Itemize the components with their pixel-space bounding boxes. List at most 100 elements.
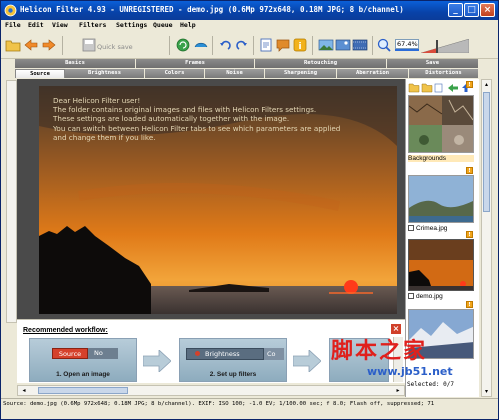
welcome-line: These settings are loaded automatically …	[53, 114, 290, 124]
forward-arrow-icon[interactable]	[41, 37, 57, 53]
maximize-button[interactable]: □	[464, 3, 479, 17]
thumbnail-demo[interactable]	[408, 239, 474, 291]
folder-icon	[421, 83, 433, 93]
workflow-step-tab-bar: Brightness	[186, 348, 264, 360]
tab-sharpening[interactable]: Sharpening	[265, 69, 337, 78]
scroll-right-icon[interactable]: ▸	[394, 387, 402, 394]
welcome-line: You can switch between Helicon Filter ta…	[53, 123, 341, 133]
tab-colors-label: Colors	[164, 70, 185, 76]
zoom-slider[interactable]	[421, 39, 469, 53]
compare-icon[interactable]	[193, 37, 209, 53]
backgrounds-thumbnail-image	[409, 96, 473, 152]
workflow-step-caption: 1. Open an image	[56, 371, 110, 378]
redo-icon[interactable]	[234, 37, 250, 53]
tab-save-label: Save	[425, 60, 440, 66]
window-title: Helicon Filter 4.93 - UNREGISTERED - dem…	[20, 5, 404, 14]
workflow-step-tab: Source	[52, 348, 88, 359]
tab-distortions[interactable]: Distortions	[409, 69, 479, 78]
thumbnail-label-text: demo.jpg	[416, 293, 443, 300]
scroll-thumb[interactable]	[483, 92, 490, 212]
thumbnail-crimea[interactable]	[408, 175, 474, 223]
scroll-left-icon[interactable]: ◂	[20, 387, 28, 394]
watermark-text: 脚本之家	[331, 338, 428, 364]
tab-basics[interactable]: Basics	[15, 59, 136, 68]
menu-queue[interactable]: Queue	[153, 21, 173, 29]
toolbar-separator	[169, 36, 170, 55]
info-icon[interactable]: i	[292, 37, 308, 53]
demo-thumbnail-image	[409, 240, 473, 290]
zoom-icon[interactable]	[376, 37, 392, 53]
menu-settings[interactable]: Settings	[116, 21, 147, 29]
info-badge-icon: !	[466, 301, 473, 308]
menu-file[interactable]: File	[5, 21, 21, 29]
menu-edit[interactable]: Edit	[28, 21, 44, 29]
tab-sharpening-label: Sharpening	[283, 70, 318, 76]
tab-row-groups: Basics Frames Retouching Save	[1, 59, 498, 68]
thumbnail-checkbox[interactable]	[408, 225, 414, 231]
workflow-arrow-icon	[143, 350, 171, 372]
watermark-url: www.jb51.net	[367, 365, 453, 378]
thumbnail-backgrounds[interactable]	[408, 95, 474, 153]
toolbar-separator	[212, 36, 213, 55]
open-folder-icon[interactable]	[5, 37, 21, 53]
welcome-line: Dear Helicon Filter user!	[53, 96, 141, 105]
back-arrow-icon	[448, 84, 458, 92]
quick-save-label[interactable]: Quick save	[97, 43, 133, 51]
image-viewer[interactable]: Dear Helicon Filter user! The folder con…	[17, 79, 405, 321]
tab-retouching[interactable]: Retouching	[255, 59, 387, 68]
viewer-vertical-scrollbar[interactable]	[6, 80, 17, 323]
menu-help[interactable]: Help	[180, 21, 196, 29]
welcome-line: The folder contains original images and …	[53, 105, 317, 115]
workflow-step-filters[interactable]: Brightness Co 2. Set up filters	[179, 338, 287, 382]
undo-icon[interactable]	[217, 37, 233, 53]
app-window: Helicon Filter 4.93 - UNREGISTERED - dem…	[0, 0, 499, 420]
info-badge-icon: !	[466, 167, 473, 174]
close-button[interactable]: ×	[480, 3, 495, 17]
viewer-horizontal-scrollbar[interactable]: ◂ ▸	[17, 385, 405, 396]
save-icon[interactable]	[81, 37, 97, 53]
menu-filters[interactable]: Filters	[79, 21, 106, 29]
tab-frames[interactable]: Frames	[136, 59, 255, 68]
tab-noise[interactable]: Noise	[205, 69, 265, 78]
tab-save[interactable]: Save	[387, 59, 479, 68]
sunset-photo: Dear Helicon Filter user! The folder con…	[39, 86, 397, 314]
app-logo-icon	[4, 4, 17, 17]
comment-icon[interactable]	[275, 37, 291, 53]
scroll-up-icon[interactable]: ▴	[482, 80, 491, 89]
tab-distortions-label: Distortions	[425, 70, 462, 76]
back-arrow-icon[interactable]	[23, 37, 39, 53]
minimize-button[interactable]: _	[448, 3, 463, 17]
browser-scrollbar[interactable]: ▴ ▾	[481, 79, 492, 397]
image-icon[interactable]	[335, 37, 351, 53]
refresh-icon[interactable]	[175, 37, 191, 53]
tab-noise-label: Noise	[226, 70, 243, 76]
thumbnail-checkbox[interactable]	[408, 293, 414, 299]
tab-colors[interactable]: Colors	[145, 69, 205, 78]
thumbnail-label[interactable]: demo.jpg	[408, 293, 443, 300]
scroll-thumb[interactable]	[38, 387, 128, 394]
tab-brightness[interactable]: Brightness	[65, 69, 145, 78]
tab-aberration[interactable]: Aberration	[337, 69, 409, 78]
landscape-icon[interactable]	[318, 37, 334, 53]
zoom-field[interactable]: 67.4%	[395, 39, 419, 49]
copy-icon	[434, 83, 443, 93]
workflow-step-open[interactable]: Source No 1. Open an image	[29, 338, 137, 382]
scroll-down-icon[interactable]: ▾	[482, 387, 491, 396]
thumbnail-label[interactable]: Crimea.jpg	[408, 225, 447, 232]
workflow-step-tab: No	[88, 348, 118, 359]
menu-view[interactable]: View	[52, 21, 68, 29]
tab-row-filters: Source Brightness Colors Noise Sharpenin…	[1, 69, 498, 78]
tab-brightness-label: Brightness	[87, 70, 122, 76]
info-badge-icon: !	[466, 81, 473, 88]
title-bar[interactable]: Helicon Filter 4.93 - UNREGISTERED - dem…	[1, 1, 498, 20]
tab-aberration-label: Aberration	[355, 70, 390, 76]
page-icon[interactable]	[258, 37, 274, 53]
tab-source[interactable]: Source	[15, 69, 65, 78]
toolbar-separator	[312, 36, 313, 55]
workflow-title[interactable]: Recommended workflow:	[23, 327, 108, 334]
radio-dot-icon	[195, 351, 200, 356]
info-badge-icon: !	[466, 231, 473, 238]
tab-retouching-label: Retouching	[303, 60, 338, 66]
film-icon[interactable]	[352, 37, 368, 53]
thumbnail-label-text: Crimea.jpg	[416, 225, 448, 232]
